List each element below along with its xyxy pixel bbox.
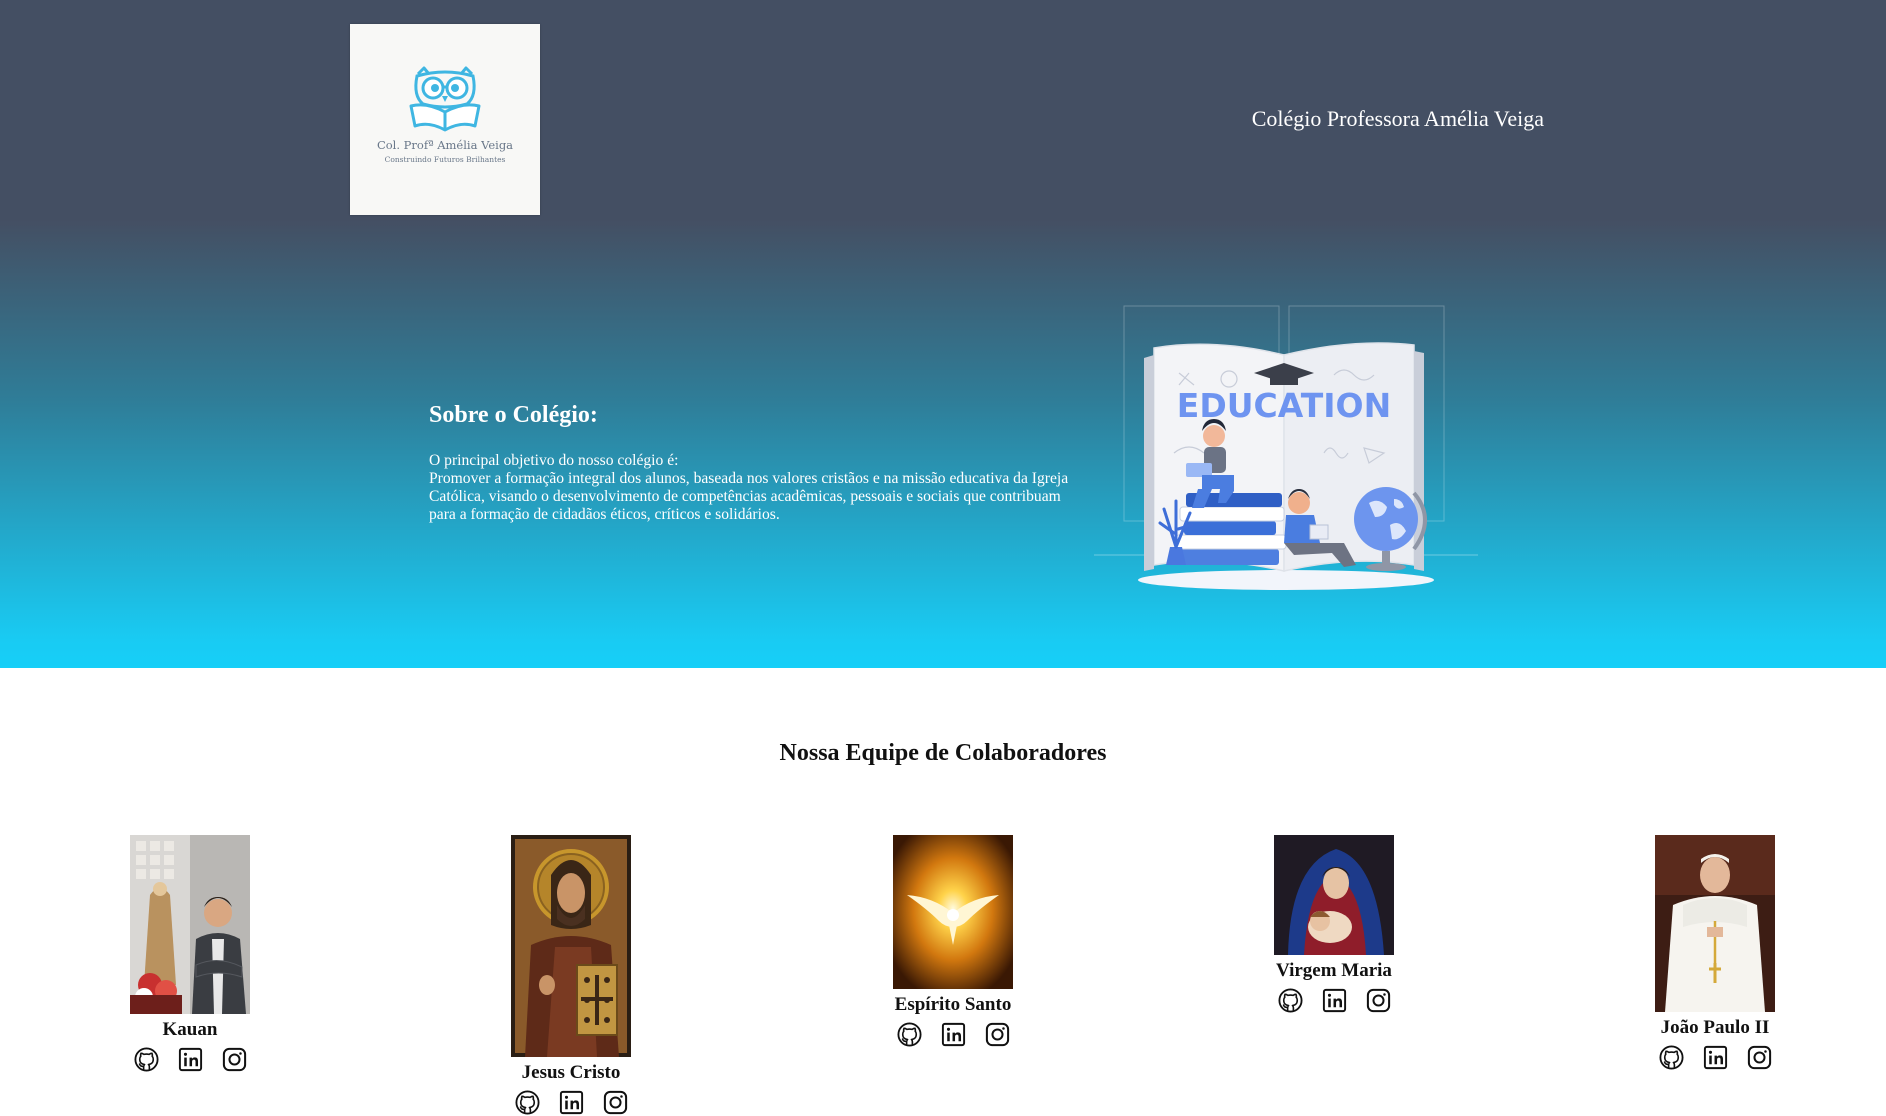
team-section-title: Nossa Equipe de Colaboradores	[779, 740, 1107, 766]
linkedin-icon[interactable]	[1321, 987, 1348, 1014]
member-name: Virgem Maria	[1276, 960, 1392, 981]
linkedin-icon[interactable]	[177, 1046, 204, 1073]
member-photo	[1655, 835, 1775, 1012]
team-member-card: Virgem Maria	[1244, 835, 1424, 1014]
school-logo[interactable]: Col. Profª Amélia Veiga Construindo Futu…	[350, 24, 540, 215]
member-photo	[511, 835, 631, 1057]
member-social-links	[1625, 1044, 1805, 1071]
site-name: Colégio Professora Amélia Veiga	[1251, 106, 1544, 131]
member-name: João Paulo II	[1660, 1017, 1770, 1038]
linkedin-icon[interactable]	[1702, 1044, 1729, 1071]
instagram-icon[interactable]	[1746, 1044, 1773, 1071]
github-icon[interactable]	[514, 1089, 541, 1116]
linkedin-icon[interactable]	[558, 1089, 585, 1116]
about-mission: Promover a formação integral dos alunos,…	[429, 470, 1069, 523]
member-social-links	[863, 1021, 1043, 1048]
logo-tagline: Construindo Futuros Brilhantes	[384, 155, 506, 164]
instagram-icon[interactable]	[984, 1021, 1011, 1048]
github-icon[interactable]	[1277, 987, 1304, 1014]
about-section: Sobre o Colégio: O principal objetivo do…	[429, 402, 1089, 524]
illustration-education-text: EDUCATION	[1177, 386, 1391, 425]
github-icon[interactable]	[896, 1021, 923, 1048]
about-title: Sobre o Colégio:	[429, 402, 598, 428]
team-member-card: Kauan	[100, 835, 280, 1073]
member-social-links	[100, 1046, 280, 1073]
hero-section: Col. Profª Amélia Veiga Construindo Futu…	[0, 0, 1886, 668]
member-photo	[1274, 835, 1394, 955]
member-social-links	[481, 1089, 661, 1116]
team-member-card: Espírito Santo	[863, 835, 1043, 1048]
github-icon[interactable]	[1658, 1044, 1685, 1071]
member-name: Kauan	[162, 1019, 218, 1040]
about-intro: O principal objetivo do nosso colégio é:	[429, 452, 679, 469]
education-illustration: EDUCATION	[1094, 305, 1478, 590]
instagram-icon[interactable]	[1365, 987, 1392, 1014]
member-photo	[130, 835, 250, 1014]
logo-school-name: Col. Profª Amélia Veiga	[376, 138, 514, 152]
instagram-icon[interactable]	[602, 1089, 629, 1116]
member-photo	[893, 835, 1013, 989]
linkedin-icon[interactable]	[940, 1021, 967, 1048]
member-name: Espírito Santo	[894, 994, 1012, 1015]
owl-reading-book-icon	[409, 66, 481, 132]
member-name: Jesus Cristo	[521, 1062, 621, 1083]
member-social-links	[1244, 987, 1424, 1014]
team-member-card: João Paulo II	[1625, 835, 1805, 1071]
github-icon[interactable]	[133, 1046, 160, 1073]
instagram-icon[interactable]	[221, 1046, 248, 1073]
team-member-card: Jesus Cristo	[481, 835, 661, 1116]
